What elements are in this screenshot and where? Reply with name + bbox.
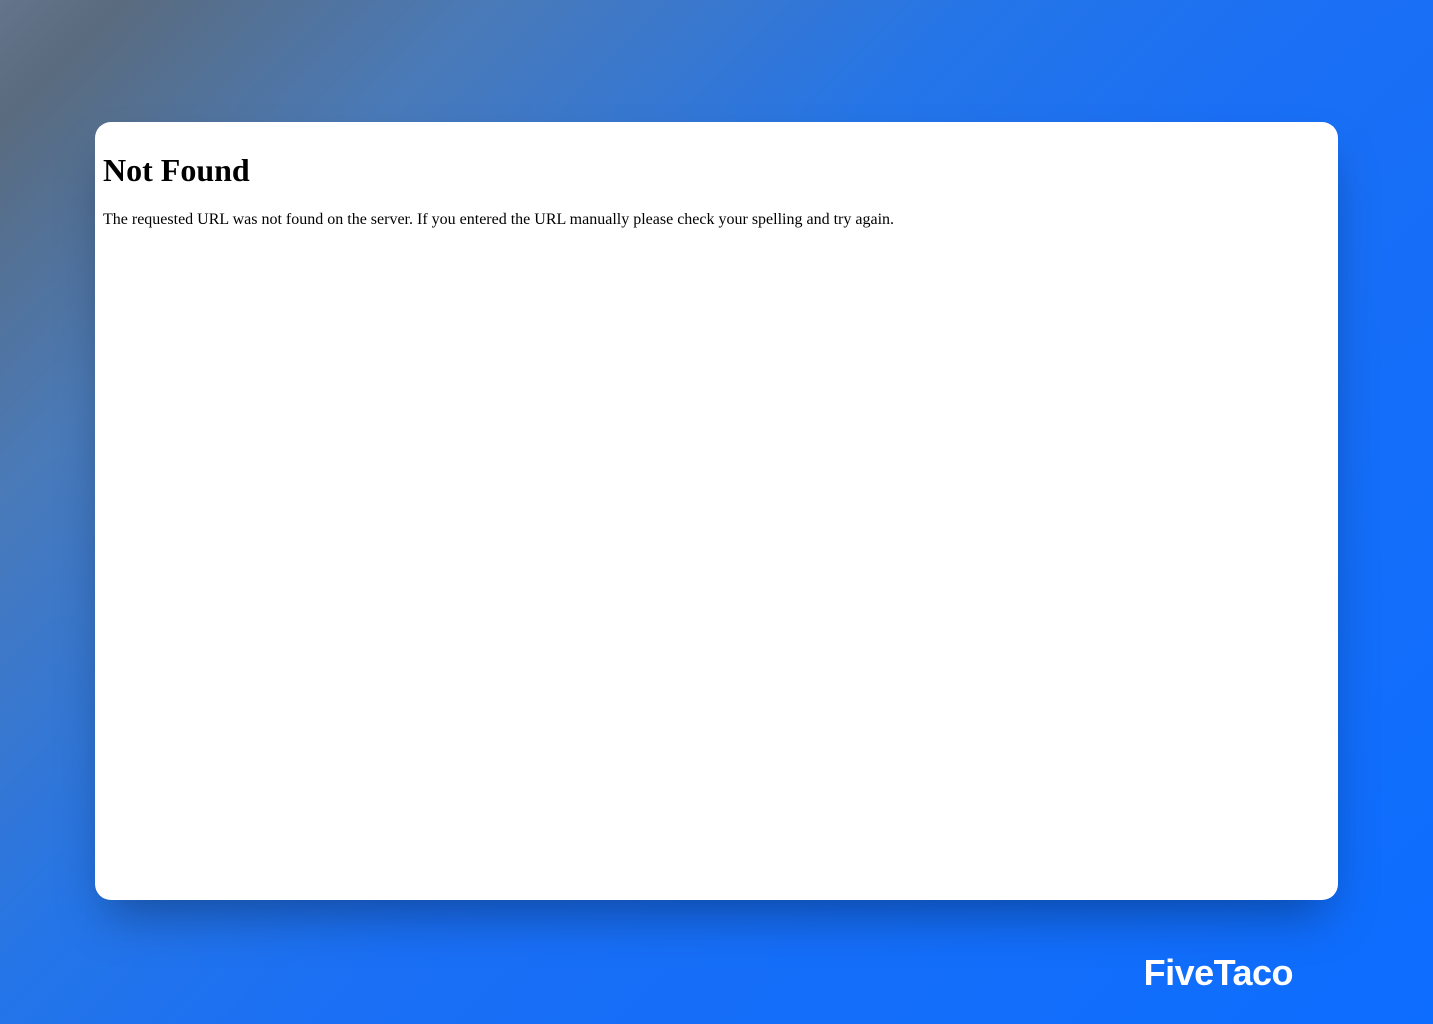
- error-message: The requested URL was not found on the s…: [103, 209, 1330, 231]
- error-heading: Not Found: [103, 152, 1330, 189]
- error-card: Not Found The requested URL was not foun…: [95, 122, 1338, 900]
- brand-logo: FiveTaco: [1144, 952, 1293, 994]
